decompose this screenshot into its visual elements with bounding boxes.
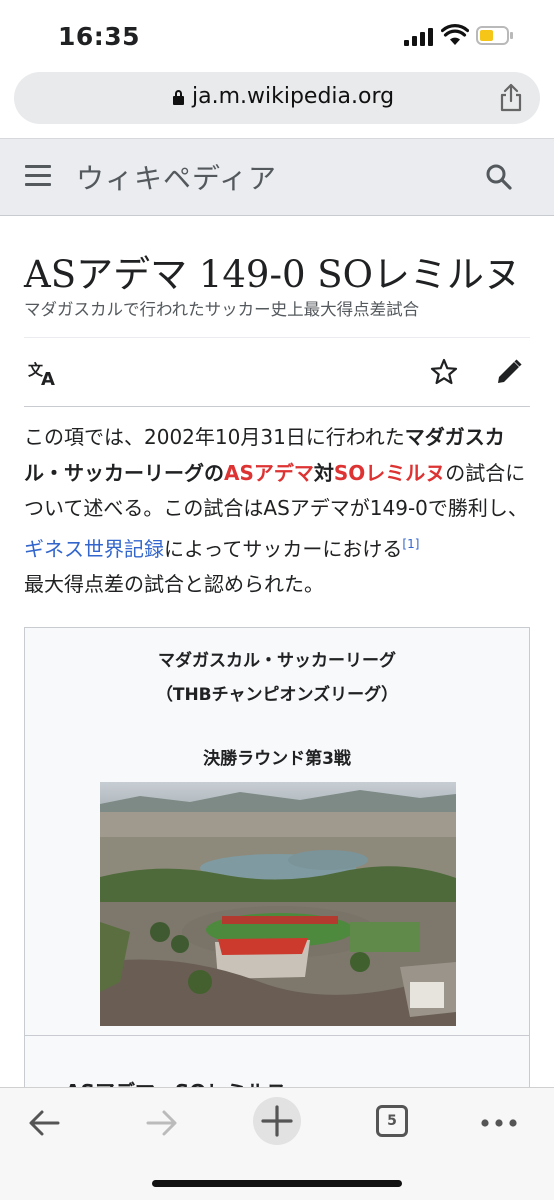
- svg-text:A: A: [41, 369, 55, 386]
- back-arrow-icon[interactable]: [22, 1100, 68, 1146]
- wifi-icon: [441, 24, 469, 45]
- infobox-round: 決勝ラウンド第3戦: [203, 749, 351, 769]
- stadium-aerial-photo[interactable]: [100, 782, 456, 1026]
- home-indicator[interactable]: [152, 1180, 402, 1187]
- infobox-divider: [25, 1035, 529, 1036]
- hamburger-icon[interactable]: [25, 165, 51, 187]
- reference-1-link[interactable]: [1]: [402, 537, 419, 551]
- wiki-header: ウィキペディア: [0, 138, 554, 216]
- page-tagline: マダガスカルで行われたサッカー史上最大得点差試合: [24, 300, 420, 319]
- intro-paragraph: この項では、2002年10月31日に行われたマダガスカル・サッカーリーグのASア…: [24, 420, 534, 603]
- infobox-league-sub: （THBチャンピオンズリーグ）: [155, 685, 399, 705]
- wiki-wordmark[interactable]: ウィキペディア: [76, 157, 277, 197]
- intro-text-3: によってサッカーにおける: [164, 536, 403, 561]
- translate-icon[interactable]: 文 A: [28, 360, 62, 386]
- page-title: ASアデマ 149-0 SOレミルヌ: [24, 253, 521, 296]
- intro-text-1: この項では、2002年10月31日に行われた: [24, 425, 405, 449]
- page-actions: 文 A: [24, 338, 530, 407]
- team2-redlink[interactable]: SOレミルヌ: [334, 461, 445, 485]
- browser-toolbar: 5: [0, 1087, 554, 1200]
- forward-arrow-icon[interactable]: [138, 1100, 184, 1146]
- status-time: 16:35: [58, 22, 141, 51]
- edit-pencil-icon[interactable]: [495, 358, 523, 386]
- guinness-link[interactable]: ギネス世界記録: [24, 537, 164, 561]
- infobox-league: マダガスカル・サッカーリーグ: [158, 651, 396, 671]
- address-bar[interactable]: ja.m.wikipedia.org: [14, 72, 540, 124]
- more-dots-icon[interactable]: [476, 1100, 522, 1146]
- battery-icon: [476, 26, 513, 46]
- cell-signal-icon: [404, 28, 436, 46]
- vs-text: 対: [313, 460, 334, 485]
- star-icon[interactable]: [430, 358, 458, 386]
- tab-count-button[interactable]: 5: [376, 1105, 408, 1137]
- team1-redlink[interactable]: ASアデマ: [224, 461, 314, 485]
- intro-text-4: 最大得点差の試合と認められた。: [24, 572, 324, 596]
- status-bar: 16:35: [0, 0, 554, 68]
- new-tab-plus-icon[interactable]: [252, 1096, 302, 1146]
- lock-icon: [173, 90, 184, 105]
- share-icon[interactable]: [498, 83, 524, 113]
- url-text: ja.m.wikipedia.org: [192, 84, 395, 109]
- search-icon[interactable]: [485, 163, 513, 191]
- infobox: マダガスカル・サッカーリーグ （THBチャンピオンズリーグ） 決勝ラウンド第3戦…: [24, 627, 530, 1104]
